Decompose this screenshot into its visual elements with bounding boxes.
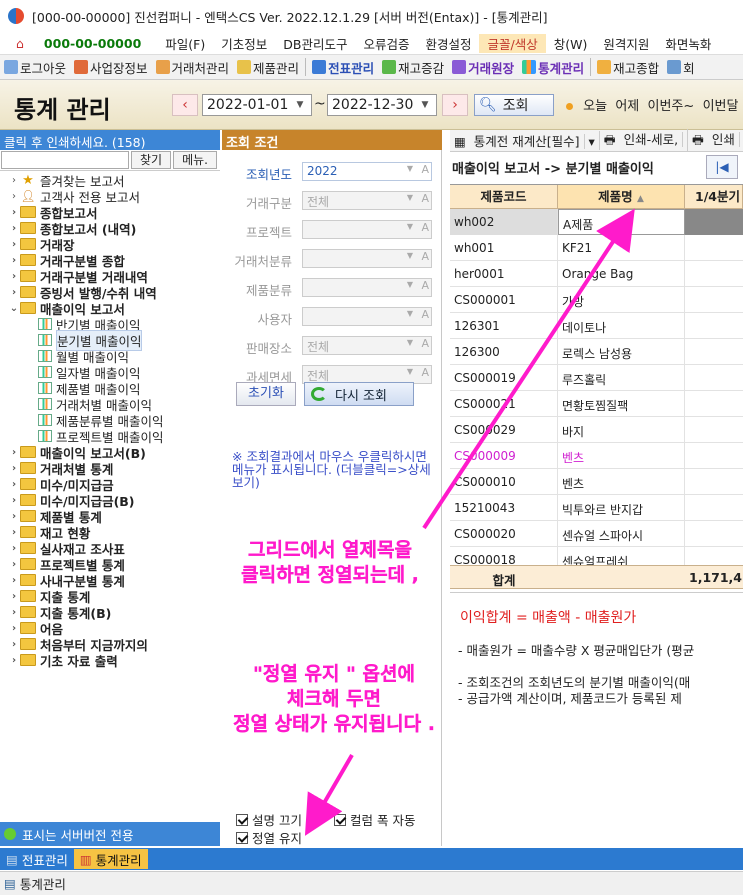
tab-statistics[interactable]: ▥ 통계관리 <box>73 849 148 869</box>
bar-chart-icon: ▥ <box>79 851 92 867</box>
tab-slip[interactable]: ▤ 전표관리 <box>0 849 74 869</box>
document-icon: ▤ <box>6 851 18 867</box>
arrow-to-keep-sort <box>304 753 354 836</box>
annotation-keep-sort: "정열 유지 " 옵션에 체크해 두면 정열 상태가 유지됩니다 . <box>233 663 435 735</box>
annotation-arrows <box>304 208 635 836</box>
status-bar: ▤ 통계관리 <box>0 871 743 895</box>
window-tabs: ▤ 전표관리 ▥ 통계관리 <box>0 848 743 870</box>
arrow-to-column-header <box>422 208 635 530</box>
window-icon: ▤ <box>4 876 16 891</box>
annotation-sort-click: 그리드에서 열제목을 클릭하면 정열되는데 , <box>241 539 419 586</box>
